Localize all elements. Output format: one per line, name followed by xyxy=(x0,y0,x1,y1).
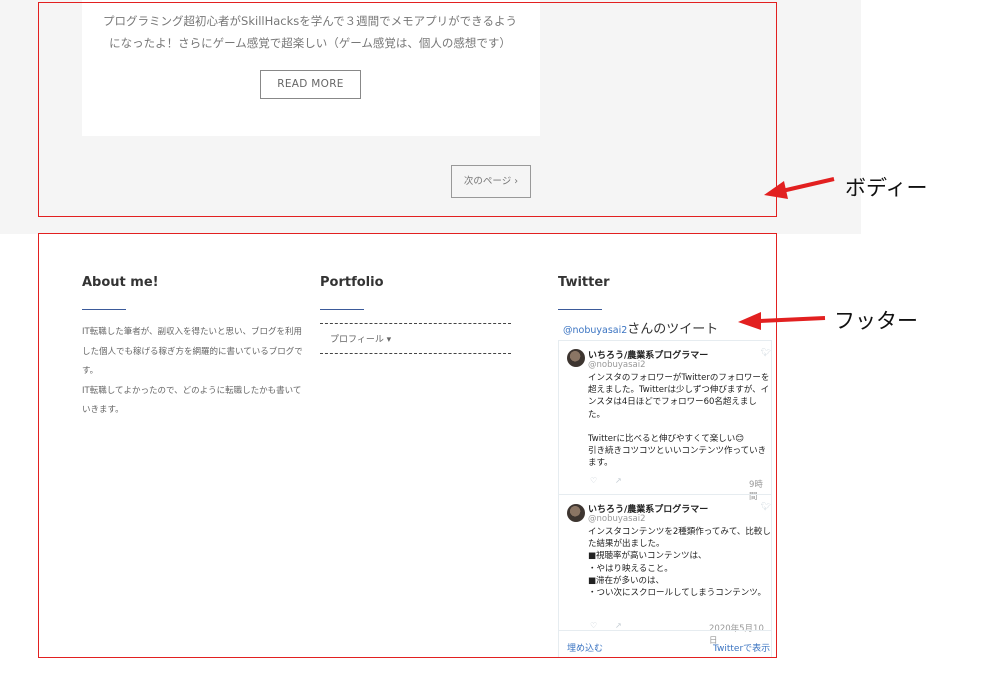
footer-annotation-label: フッター xyxy=(834,309,918,333)
body-arrow-icon xyxy=(764,177,835,199)
body-annotation-label: ボディー xyxy=(845,176,928,200)
body-highlight-box xyxy=(38,2,777,217)
footer-arrow-icon xyxy=(738,312,826,330)
footer-highlight-box xyxy=(38,233,777,658)
